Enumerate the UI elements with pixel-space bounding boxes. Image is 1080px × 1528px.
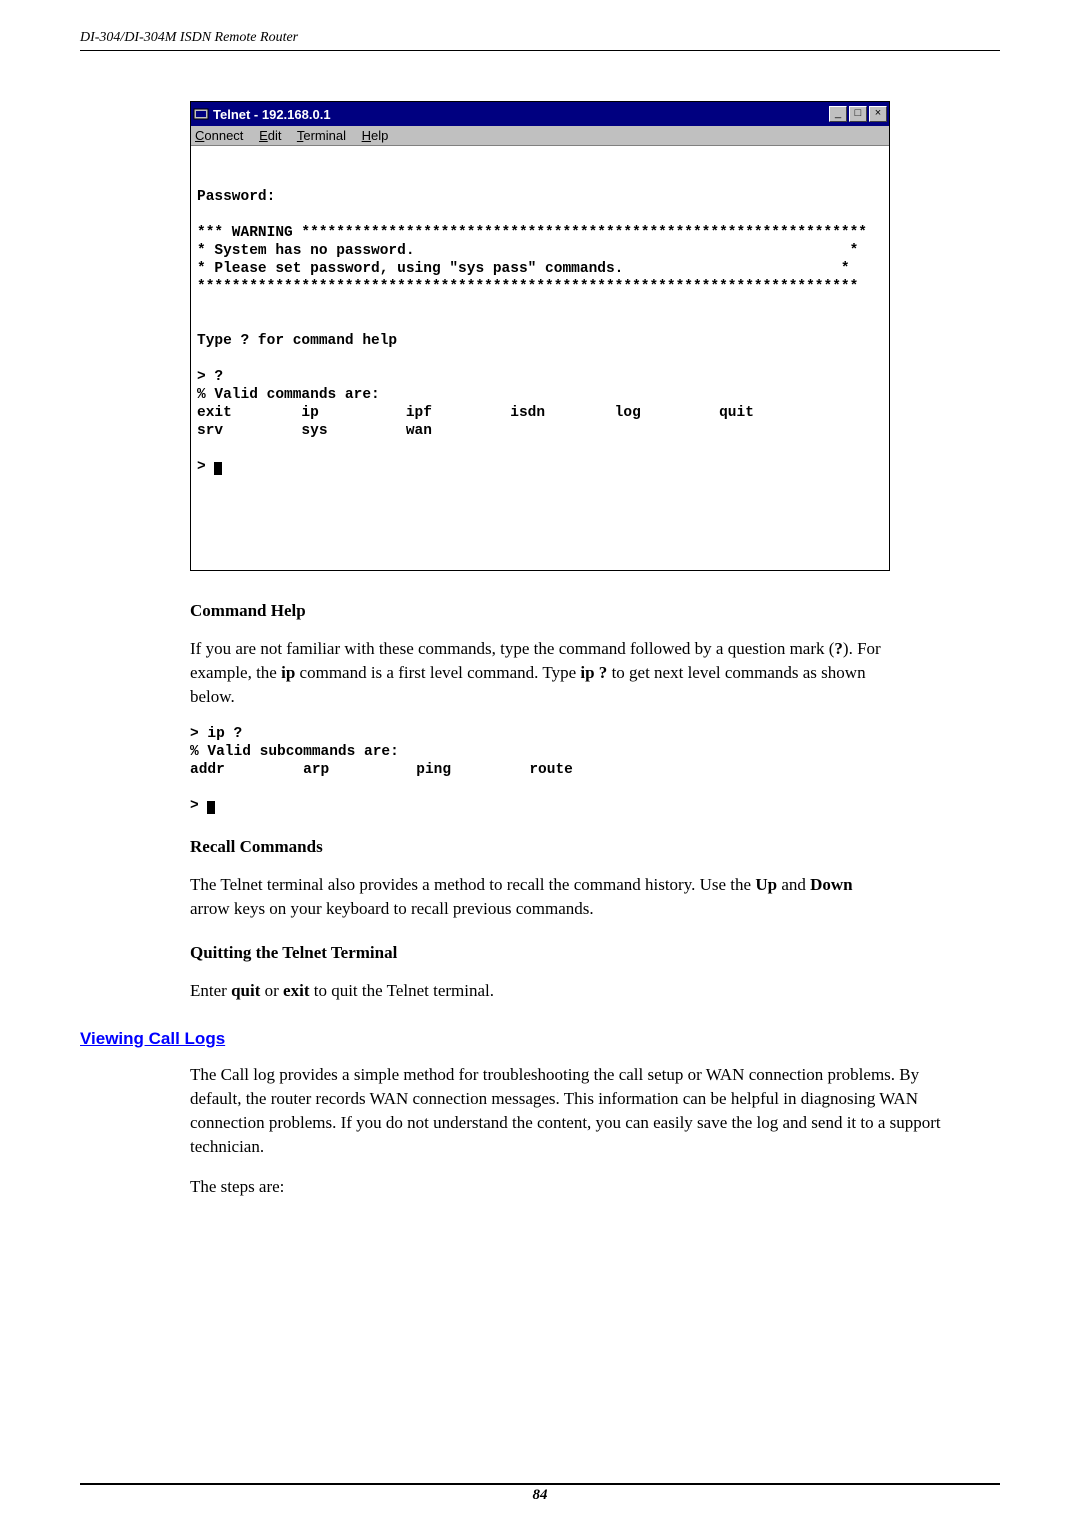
cursor-icon — [207, 801, 215, 814]
cursor-icon — [214, 462, 222, 475]
recall-commands-heading: Recall Commands — [190, 837, 890, 857]
titlebar-buttons: _ □ × — [829, 106, 887, 122]
steps-intro: The steps are: — [190, 1175, 970, 1199]
prompt-cursor: > — [197, 459, 222, 475]
commands-row-2: srv sys wan — [197, 423, 432, 439]
subcommand-block: > ip ? % Valid subcommands are: addr arp… — [190, 725, 890, 815]
warning-line: *** WARNING ****************************… — [197, 225, 867, 241]
telnet-window: Telnet - 192.168.0.1 _ □ × Connect Edit … — [190, 101, 890, 571]
page-header: DI-304/DI-304M ISDN Remote Router — [0, 0, 1080, 51]
type-help-line: Type ? for command help — [197, 333, 397, 349]
quitting-paragraph: Enter quit or exit to quit the Telnet te… — [190, 979, 890, 1003]
viewing-call-logs-paragraph: The Call log provides a simple method fo… — [190, 1063, 970, 1159]
header-rule — [80, 50, 1000, 51]
window-title: Telnet - 192.168.0.1 — [213, 107, 829, 122]
menu-terminal[interactable]: Terminal — [297, 128, 346, 143]
commands-row-1: exit ip ipf isdn log quit — [197, 405, 754, 421]
page-footer: 84 — [80, 1483, 1000, 1504]
recall-commands-paragraph: The Telnet terminal also provides a meth… — [190, 873, 890, 921]
command-help-heading: Command Help — [190, 601, 890, 621]
valid-commands-line: % Valid commands are: — [197, 387, 380, 403]
prompt-question: > ? — [197, 369, 223, 385]
page-number: 84 — [80, 1487, 1000, 1504]
menu-help[interactable]: Help — [362, 128, 389, 143]
quitting-heading: Quitting the Telnet Terminal — [190, 943, 890, 963]
terminal-body: Password: *** WARNING ******************… — [191, 146, 889, 570]
footer-rule — [80, 1483, 1000, 1485]
maximize-button[interactable]: □ — [849, 106, 867, 122]
password-prompt: Password: — [197, 189, 275, 205]
close-button[interactable]: × — [869, 106, 887, 122]
no-password-line: * System has no password. * — [197, 243, 858, 259]
command-help-paragraph: If you are not familiar with these comma… — [190, 637, 890, 709]
menu-connect[interactable]: Connect — [195, 128, 243, 143]
doc-title: DI-304/DI-304M ISDN Remote Router — [80, 30, 1000, 46]
titlebar: Telnet - 192.168.0.1 _ □ × — [191, 102, 889, 126]
menubar: Connect Edit Terminal Help — [191, 126, 889, 146]
stars-line: ****************************************… — [197, 279, 858, 295]
telnet-icon — [193, 106, 209, 122]
please-set-line: * Please set password, using "sys pass" … — [197, 261, 850, 277]
menu-edit[interactable]: Edit — [259, 128, 281, 143]
viewing-call-logs-heading[interactable]: Viewing Call Logs — [80, 1029, 1080, 1049]
minimize-button[interactable]: _ — [829, 106, 847, 122]
